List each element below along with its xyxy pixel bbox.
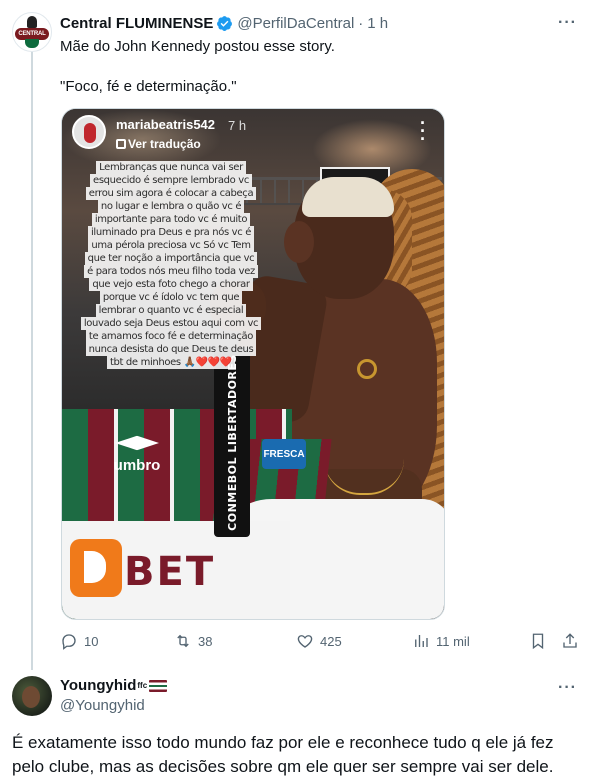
reply-text-line-2: pelo clube, mas as decisões sobre qm ele… bbox=[12, 757, 554, 776]
story-caption-line: Lembranças que nunca vai ser bbox=[96, 161, 246, 174]
story-time: 7 h bbox=[228, 118, 247, 133]
share-button[interactable] bbox=[561, 632, 579, 650]
story-caption-line: porque vc é ídolo vc tem que bbox=[99, 291, 243, 304]
tweet-media-image[interactable]: umbro BET CONMEBOL LIBERTADORES FRESCA m… bbox=[61, 108, 445, 620]
story-caption-line: que vejo esta foto chego a chorar bbox=[89, 278, 253, 291]
fluminense-flag-icon bbox=[149, 679, 168, 692]
story-caption-line: errou sim agora é colocar a cabeça bbox=[85, 187, 257, 200]
reply-icon bbox=[62, 634, 76, 650]
bookmark-button[interactable] bbox=[529, 632, 547, 650]
tweet-timestamp[interactable]: 1 h bbox=[367, 15, 388, 32]
views-button[interactable]: 11 mil bbox=[412, 632, 470, 650]
libertadores-patch-text: CONMEBOL LIBERTADORES bbox=[225, 353, 239, 531]
story-caption-line: nunca desista do que Deus te deus bbox=[85, 343, 257, 356]
tweet-text-line-2: "Foco, fé e determinação." bbox=[60, 78, 237, 95]
separator-dot: · bbox=[358, 14, 364, 32]
earring bbox=[357, 359, 377, 379]
display-name[interactable]: Central FLUMINENSE bbox=[60, 15, 213, 32]
sponsor-logo-icon bbox=[70, 539, 122, 597]
heart-icon bbox=[297, 635, 313, 648]
story-user-avatar bbox=[72, 115, 106, 149]
story-caption-line: iluminado pra Deus e pra nós vc é bbox=[87, 226, 254, 239]
reply-button[interactable]: 10 bbox=[60, 632, 98, 650]
sponsor-text: BET bbox=[124, 549, 216, 595]
like-button[interactable]: 425 bbox=[296, 632, 342, 650]
story-caption-line: esquecido é sempre lembrado vc bbox=[90, 174, 252, 187]
user-handle[interactable]: @PerfilDaCentral bbox=[237, 15, 354, 32]
story-translate-link: Ver tradução bbox=[128, 137, 201, 151]
umbro-logo: umbro bbox=[102, 431, 172, 479]
story-caption-line: lembrar o quanto vc é especial bbox=[95, 304, 247, 317]
thread-connector-line bbox=[31, 52, 33, 670]
story-caption-line: importante para todo vc é muito bbox=[91, 213, 251, 226]
tweet-text-line-1: Mãe do John Kennedy postou esse story. bbox=[60, 38, 335, 55]
share-icon bbox=[563, 633, 577, 648]
story-caption-line: te amamos foco fé e determinação bbox=[85, 330, 257, 343]
more-options-icon[interactable]: ··· bbox=[558, 14, 577, 32]
story-caption-line: louvado seja Deus estou aqui com vc bbox=[80, 317, 262, 330]
youngyhid-avatar[interactable] bbox=[12, 676, 52, 716]
reply-display-name[interactable]: Youngyhid ffc bbox=[60, 677, 168, 694]
story-caption-line: é para todos nós meu filho toda vez bbox=[84, 265, 258, 278]
central-fluminense-avatar[interactable]: CENTRAL FLUMINENSE bbox=[12, 12, 52, 52]
story-caption-line: no lugar e lembra o quão vc é bbox=[97, 200, 245, 213]
story-username: mariabeatris542 bbox=[116, 117, 216, 132]
story-more-vertical-icon: · · · bbox=[420, 113, 426, 149]
umbro-diamond-icon bbox=[115, 435, 159, 451]
retweet-icon bbox=[177, 634, 189, 648]
player-hair bbox=[302, 177, 394, 217]
translate-icon bbox=[116, 139, 126, 149]
reply-name-text: Youngyhid bbox=[60, 677, 137, 694]
story-caption-line: uma pérola preciosa vc Só vc Tem bbox=[88, 239, 254, 252]
story-caption-line: tbt de minhoes 🙏🏾❤️❤️❤️ bbox=[106, 356, 236, 369]
story-caption-line: que ter noção a importância que vc bbox=[84, 252, 258, 265]
reply-text-line-1: É exatamente isso todo mundo faz por ele… bbox=[12, 733, 554, 752]
reply-name-superscript: ffc bbox=[137, 681, 148, 690]
reply-more-options-icon[interactable]: ··· bbox=[558, 679, 577, 697]
retweet-button[interactable]: 38 bbox=[174, 632, 212, 650]
player-ear bbox=[284, 221, 314, 263]
reply-handle[interactable]: @Youngyhid bbox=[60, 697, 145, 714]
story-caption: Lembranças que nunca vai ser esquecido é … bbox=[68, 161, 274, 369]
views-bar-chart-icon bbox=[415, 635, 428, 647]
verified-badge-icon bbox=[217, 15, 233, 31]
retweet-count: 38 bbox=[198, 633, 213, 649]
views-count: 11 mil bbox=[436, 633, 470, 649]
tweet-action-bar: 10 38 425 11 mil bbox=[0, 632, 591, 654]
reply-count: 10 bbox=[84, 633, 99, 649]
tweet-header: Central FLUMINENSE @PerfilDaCentral · 1 … bbox=[60, 13, 388, 33]
like-count: 425 bbox=[320, 633, 342, 649]
avatar-mascot-head bbox=[27, 16, 37, 28]
bookmark-icon bbox=[532, 633, 544, 650]
umbro-text: umbro bbox=[113, 457, 161, 474]
sponsor-patch: FRESCA bbox=[262, 439, 306, 469]
